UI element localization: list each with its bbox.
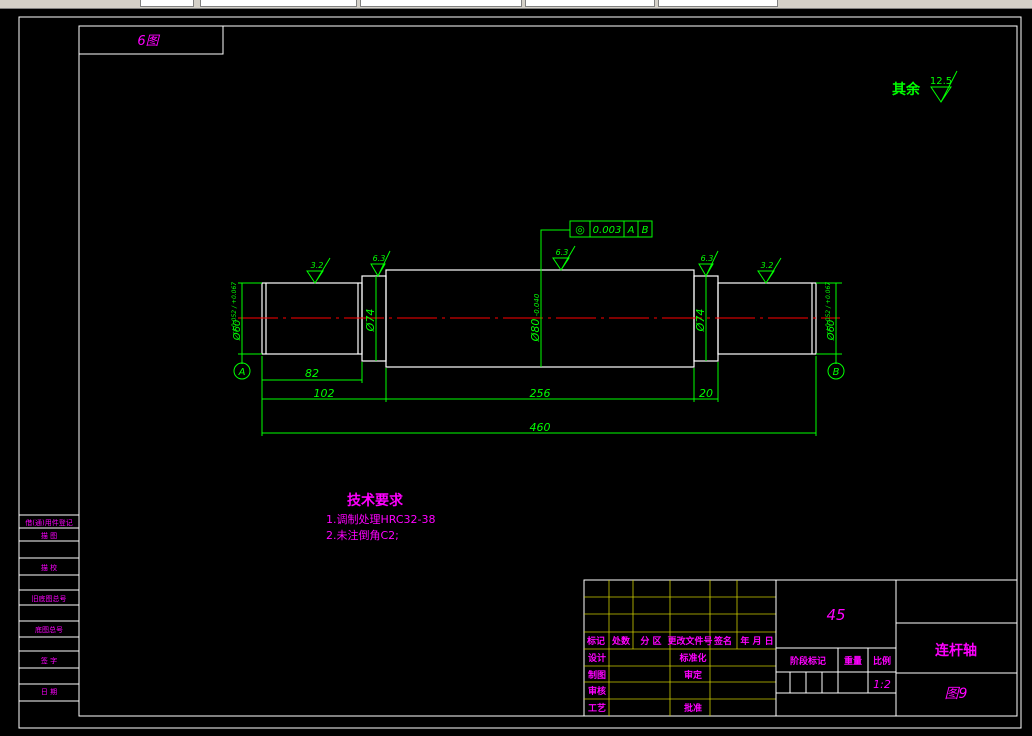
header-col-3: 分 区: [640, 635, 661, 647]
datum-b-label: B: [833, 367, 840, 378]
tech-req-title: 技术要求: [347, 492, 404, 509]
drawing-canvas[interactable]: 6图 其余 12.5 82 102 256 20 460 Ø74 Ø74 Ø80…: [0, 8, 1032, 732]
tolerance-datum-a: A: [627, 225, 635, 236]
dim-dia80: Ø80: [529, 319, 542, 343]
strip-row-1: 借(通)用件登记: [25, 518, 72, 527]
datum-a-label: A: [238, 367, 246, 378]
tolerance-datum-b: B: [642, 225, 649, 236]
strip-row-3: 描 校: [41, 563, 57, 572]
toolbar-dropdown-5[interactable]: [658, 0, 778, 7]
dim-dia80-tol: -0.040: [533, 293, 541, 316]
roughness-value-4: 6.3: [701, 254, 714, 263]
datum-markers: A B: [233, 362, 845, 380]
material-text: 45: [826, 606, 845, 624]
row-4-left: 工艺: [588, 702, 606, 714]
row-2-right: 审定: [684, 669, 703, 681]
scale-text: 1:2: [873, 678, 891, 691]
row-1-left: 设计: [588, 652, 606, 664]
row-2-left: 制图: [588, 669, 606, 681]
header-col-2: 处数: [611, 635, 631, 647]
toolbar-dropdown-3[interactable]: [360, 0, 522, 7]
surface-note-label: 其余: [892, 81, 921, 98]
code-box-text: 6图: [137, 34, 160, 49]
toolbar-dropdown-4[interactable]: [525, 0, 655, 7]
header-col-6: 年 月 日: [740, 635, 773, 647]
header-col-5: 签名: [713, 635, 732, 647]
dimension-texts: 82 102 256 20 460 Ø74 Ø74 Ø80 -0.040 Ø60…: [231, 282, 837, 434]
row-1-right: 标准化: [678, 652, 706, 664]
strip-row-2: 描 图: [41, 531, 57, 540]
strip-row-7: 日 期: [41, 688, 57, 696]
scale-label: 比例: [873, 655, 891, 667]
dim-460: 460: [530, 421, 551, 434]
tech-req-item-2: 2.未注倒角C2;: [326, 528, 399, 542]
cad-drawing: 6图 其余 12.5 82 102 256 20 460 Ø74 Ø74 Ø80…: [18, 16, 1022, 729]
toolbar-dropdown-2[interactable]: [200, 0, 357, 7]
header-col-4: 更改文件号: [667, 635, 712, 647]
row-3-left: 审核: [588, 685, 606, 697]
roughness-value-3: 6.3: [556, 248, 569, 257]
dim-dia74-left: Ø74: [364, 309, 377, 333]
roughness-value-2: 6.3: [373, 254, 386, 263]
stage-label: 阶段标记: [790, 655, 826, 667]
dim-dia60-right-tol: +0.052 / +0.067: [825, 282, 832, 332]
dim-82: 82: [305, 367, 319, 380]
roughness-value-1: 3.2: [311, 261, 324, 270]
row-4-right: 批准: [684, 702, 702, 714]
title-block: 45 连杆轴 图9 1:2 标记 处数 分 区 更改文件号 签名 年 月 日 设…: [583, 579, 1018, 717]
header-col-1: 标记: [586, 635, 605, 647]
weight-label: 重量: [844, 655, 862, 667]
tolerance-value: 0.003: [593, 225, 622, 236]
tolerance-symbol: ◎: [575, 223, 585, 236]
tech-req-item-1: 1.调制处理HRC32-38: [326, 513, 436, 526]
dim-102: 102: [314, 387, 335, 400]
surface-note: 其余 12.5: [892, 70, 958, 103]
left-strip: 借(通)用件登记 描 图 描 校 旧底图总号 底图总号 签 字 日 期: [18, 514, 80, 702]
roughness-values: 3.2 6.3 6.3 6.3 3.2: [311, 248, 774, 270]
inner-border: [78, 25, 1018, 717]
tech-requirements: 技术要求 1.调制处理HRC32-38 2.未注倒角C2;: [326, 492, 436, 542]
drawing-no-text: 图9: [945, 686, 968, 702]
part-name-text: 连杆轴: [935, 642, 977, 659]
toolbar-dropdown-1[interactable]: [140, 0, 194, 7]
tolerance-frame: ◎ 0.003 A B: [569, 220, 653, 238]
dim-20: 20: [699, 387, 713, 400]
roughness-value-5: 3.2: [761, 261, 774, 270]
roughness-marks: [306, 245, 782, 284]
strip-row-4: 旧底图总号: [32, 594, 67, 603]
outer-border: [18, 16, 1022, 729]
dim-256: 256: [530, 387, 551, 400]
strip-row-5: 底图总号: [35, 625, 63, 634]
strip-row-6: 签 字: [41, 656, 57, 665]
dim-dia74-right: Ø74: [694, 309, 707, 333]
dim-dia60-left-tol: +0.052 / +0.067: [231, 282, 238, 332]
surface-note-value: 12.5: [930, 76, 952, 87]
